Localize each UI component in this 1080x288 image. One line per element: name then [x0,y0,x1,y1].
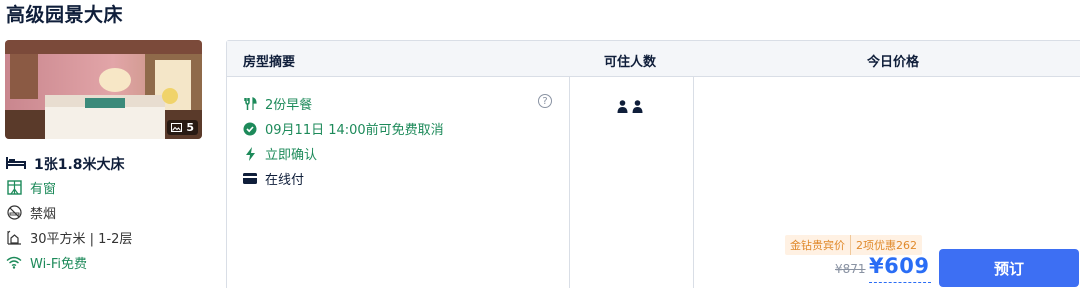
room-title: 高级园景大床 [6,4,124,26]
occupancy-icons [617,98,643,117]
feature-instant-confirm: 立即确认 [243,144,317,163]
amenity-area: 30平方米 | 1-2层 [6,228,132,247]
photo-count-badge[interactable]: 5 [167,120,198,135]
room-photo[interactable]: 5 [5,40,202,139]
no-smoking-icon [6,205,22,221]
amenity-label: 有窗 [30,182,57,197]
bed-info: 1张1.8米大床 [6,154,125,174]
wifi-icon [6,255,22,271]
feature-pay-online: 在线付 [243,169,304,188]
header-today-price: 今日价格 [867,55,920,70]
column-divider [693,77,694,288]
original-price: ¥871 [835,262,866,276]
bed-label: 1张1.8米大床 [34,157,125,173]
feature-label: 2份早餐 [265,98,313,113]
header-occupancy: 可住人数 [604,55,657,70]
table-header: 房型摘要 可住人数 今日价格 [227,41,1080,77]
amenity-label: 禁烟 [30,207,57,222]
amenity-window: 有窗 [6,178,56,197]
amenity-label: 30平方米 | 1-2层 [30,232,133,247]
promo-tags[interactable]: 金钻贵宾价 2项优惠262 [785,235,922,255]
book-button[interactable]: 预订 [939,249,1079,287]
feature-label: 在线付 [265,173,305,188]
amenity-no-smoking: 禁烟 [6,203,56,222]
utensils-icon [243,96,257,111]
help-icon[interactable]: ? [538,94,552,108]
amenity-more [6,280,46,288]
current-price[interactable]: ¥609 [869,254,929,278]
room-rate-table: 房型摘要 可住人数 今日价格 2份早餐 09月11日 14:00前可免费取消 立… [226,40,1080,288]
header-room-summary: 房型摘要 [243,55,296,70]
person-icon [617,98,628,117]
feature-label: 09月11日 14:00前可免费取消 [265,123,444,138]
lightning-icon [243,146,257,161]
amenity-wifi: Wi-Fi免费 [6,253,87,272]
amenity-label: Wi-Fi免费 [30,257,88,272]
check-circle-icon [243,122,257,136]
window-icon [6,180,22,196]
promo-tag: 金钻贵宾价 [785,235,850,255]
person-icon [632,98,643,117]
feature-breakfast: 2份早餐 [243,94,312,113]
image-icon [171,123,183,132]
feature-label: 立即确认 [265,148,318,163]
bed-icon [6,155,26,174]
price-underline [869,282,931,283]
promo-discount: 2项优惠262 [850,235,922,255]
column-divider [569,77,570,288]
feature-free-cancel: 09月11日 14:00前可免费取消 [243,119,444,138]
area-icon [6,230,22,246]
card-icon [243,172,257,186]
photo-count: 5 [186,121,194,134]
